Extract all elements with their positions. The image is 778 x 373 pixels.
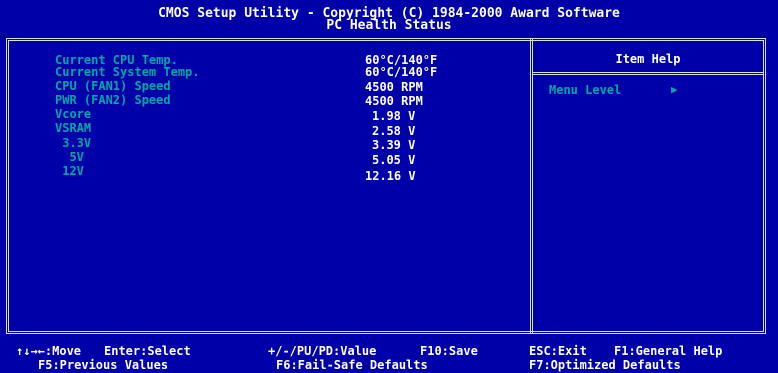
key-help-bar: ↑↓→←:Move Enter:Select +/-/PU/PD:Value F… xyxy=(0,340,778,373)
title-bar: CMOS Setup Utility - Copyright (C) 1984-… xyxy=(0,0,778,38)
page-title: PC Health Status xyxy=(326,18,452,33)
key-save: F10:Save xyxy=(420,344,478,358)
reading-value-vcore: 1.98 V xyxy=(372,109,416,123)
menu-level-arrow-icon: ▶ xyxy=(671,83,678,96)
reading-value-12v: 12.16 V xyxy=(365,169,416,183)
reading-label-pwr-fan[interactable]: PWR (FAN2) Speed xyxy=(55,94,171,106)
key-previous-values: F5:Previous Values xyxy=(38,358,169,372)
reading-label-vcore[interactable]: Vcore xyxy=(55,108,91,120)
reading-value-5v: 5.05 V xyxy=(372,153,416,167)
reading-value-pwr-fan: 4500 RPM xyxy=(365,94,423,108)
help-separator xyxy=(533,72,763,75)
panel-divider xyxy=(530,38,533,334)
bios-screen: CMOS Setup Utility - Copyright (C) 1984-… xyxy=(0,0,778,373)
menu-level-label: Menu Level xyxy=(549,83,622,97)
key-exit: ESC:Exit xyxy=(529,344,587,358)
key-move: ↑↓→←:Move xyxy=(16,344,82,358)
key-select: Enter:Select xyxy=(104,344,191,358)
reading-label-vsram[interactable]: VSRAM xyxy=(55,122,91,134)
reading-value-cpu-fan: 4500 RPM xyxy=(365,80,423,94)
item-help-title: Item Help xyxy=(615,52,681,66)
reading-value-vsram: 2.58 V xyxy=(372,124,416,138)
reading-label-3v3[interactable]: 3.3V xyxy=(55,137,91,149)
reading-label-cpu-fan[interactable]: CPU (FAN1) Speed xyxy=(55,80,171,92)
key-general-help: F1:General Help xyxy=(614,344,723,358)
reading-label-12v[interactable]: 12V xyxy=(55,165,84,177)
reading-value-system-temp: 60°C/140°F xyxy=(365,65,438,79)
reading-value-3v3: 3.39 V xyxy=(372,138,416,152)
key-value: +/-/PU/PD:Value xyxy=(268,344,377,358)
reading-label-system-temp[interactable]: Current System Temp. xyxy=(55,66,200,78)
key-optimized-defaults: F7:Optimized Defaults xyxy=(529,358,681,372)
key-fail-safe-defaults: F6:Fail-Safe Defaults xyxy=(276,358,428,372)
reading-label-5v[interactable]: 5V xyxy=(55,151,83,163)
